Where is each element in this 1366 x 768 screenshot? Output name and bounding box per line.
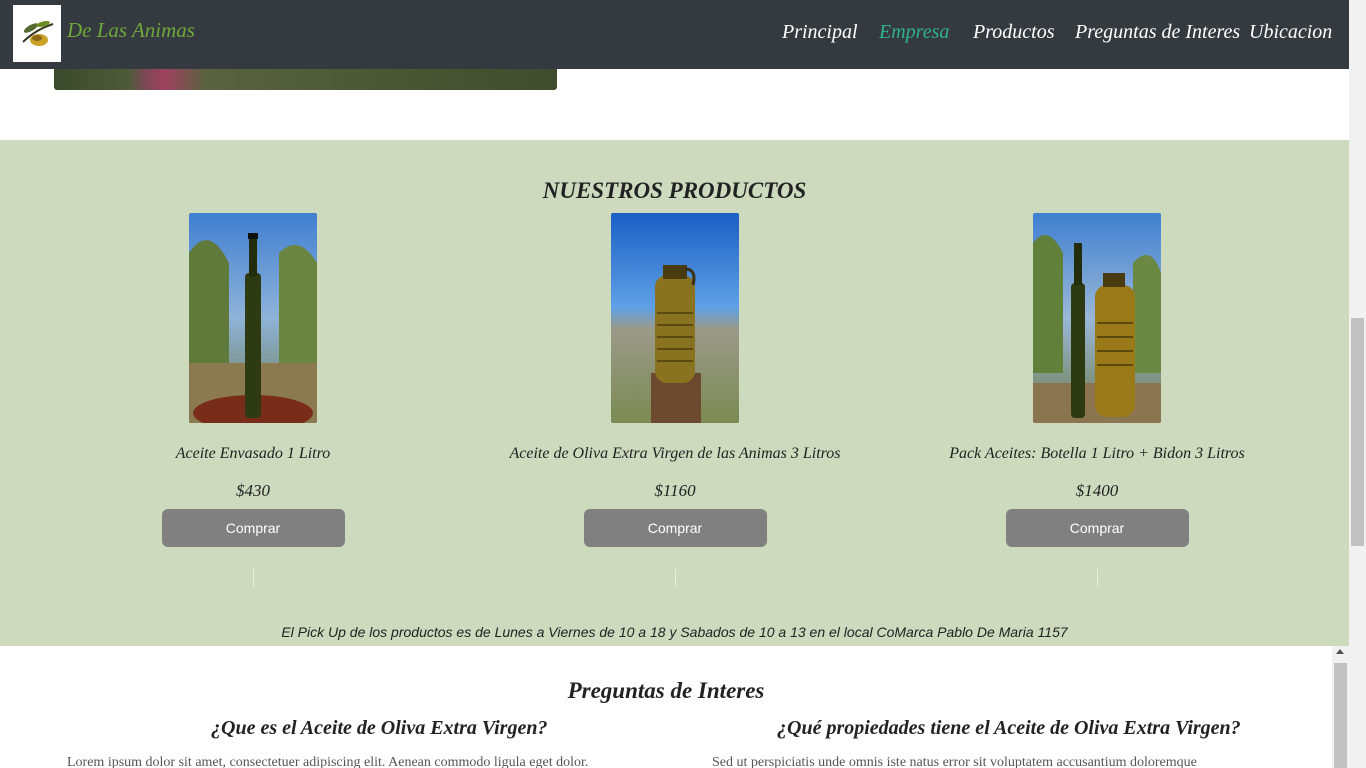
divider (1096, 569, 1098, 587)
products-title: NUESTROS PRODUCTOS (542, 178, 807, 203)
buy-button[interactable]: Comprar (583, 509, 767, 547)
inner-scrollbar-thumb[interactable] (1334, 663, 1347, 768)
product-image-bottle-1l[interactable] (189, 213, 317, 423)
product-card: Pack Aceites: Botella 1 Litro + Bidon 3 … (886, 213, 1308, 587)
faq-answer: Lorem ipsum dolor sit amet, consectetuer… (67, 755, 589, 768)
product-name: Aceite de Oliva Extra Virgen de las Anim… (509, 445, 841, 462)
faq-question: ¿Que es el Aceite de Oliva Extra Virgen? (211, 717, 548, 739)
buy-button[interactable]: Comprar (161, 509, 345, 547)
product-name: Pack Aceites: Botella 1 Litro + Bidon 3 … (949, 445, 1245, 462)
pickup-info: El Pick Up de los productos es de Lunes … (281, 624, 1068, 640)
product-image-pack[interactable] (1033, 213, 1161, 423)
brand-name[interactable]: De Las Animas (67, 18, 195, 43)
nav-item-ubicacion[interactable]: Ubicacion (1249, 21, 1332, 44)
nav-item-productos[interactable]: Productos (973, 21, 1054, 44)
faq-answer: Sed ut perspiciatis unde omnis iste natu… (712, 755, 1197, 768)
buy-button[interactable]: Comprar (1005, 509, 1189, 547)
nav-item-preguntas[interactable]: Preguntas de Interes (1075, 21, 1240, 44)
nav-item-empresa[interactable]: Empresa (879, 21, 949, 44)
faq-question: ¿Qué propiedades tiene el Aceite de Oliv… (777, 717, 1241, 739)
product-card: Aceite de Oliva Extra Virgen de las Anim… (464, 213, 886, 587)
faq-title: Preguntas de Interes (567, 678, 765, 703)
product-price: $1400 (1075, 481, 1119, 500)
navbar: De Las Animas Principal Empresa Producto… (0, 0, 1349, 69)
product-price: $430 (236, 481, 270, 500)
scroll-up-arrow-icon[interactable] (1336, 649, 1344, 654)
nav-item-principal[interactable]: Principal (782, 21, 858, 44)
brand-logo[interactable] (13, 5, 61, 62)
divider (252, 569, 254, 587)
product-price: $1160 (654, 481, 696, 500)
products-section: NUESTROS PRODUCTOS Aceite Envasado 1 Lit… (0, 140, 1349, 646)
olive-branch-logo-icon (22, 20, 54, 46)
product-name: Aceite Envasado 1 Litro (175, 445, 331, 462)
product-image-bidon-3l[interactable] (611, 213, 739, 423)
divider (674, 569, 676, 587)
product-card: Aceite Envasado 1 Litro $430 Comprar (42, 213, 464, 587)
page-scrollbar-thumb[interactable] (1351, 318, 1364, 546)
